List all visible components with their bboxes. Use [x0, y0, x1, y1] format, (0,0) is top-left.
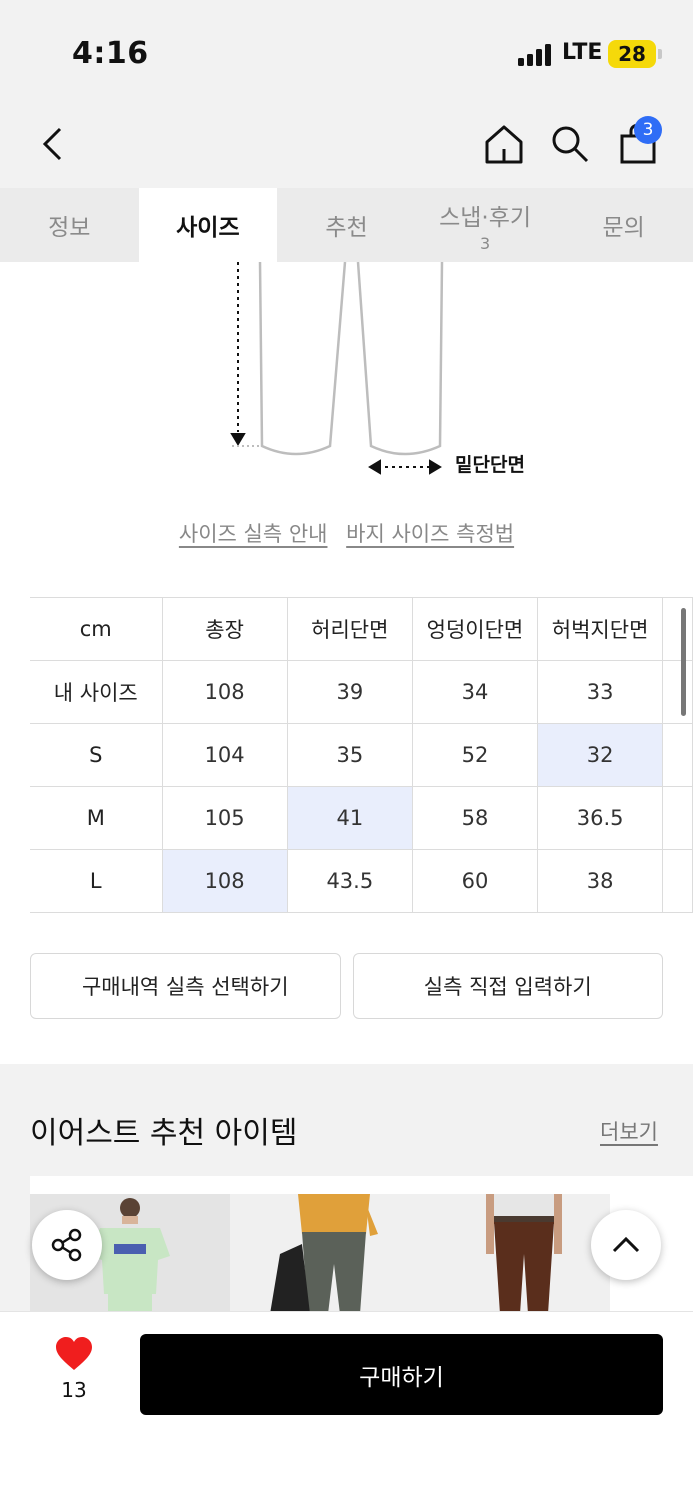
product-image: [486, 1194, 562, 1311]
home-button[interactable]: [478, 118, 530, 170]
table-row: 내 사이즈 108 39 34 33: [30, 660, 693, 724]
network-label: LTE: [562, 40, 603, 65]
table-cell: 39: [286, 660, 413, 724]
heart-icon: [56, 1337, 92, 1370]
table-cell: 33: [536, 660, 664, 724]
table-row: L 108 43.5 60 38: [30, 849, 693, 913]
measure-guide-link[interactable]: 바지 사이즈 측정법: [346, 522, 514, 546]
table-cell-overflow: [662, 723, 693, 787]
status-time: 4:16: [72, 36, 149, 71]
table-cell: 52: [411, 723, 538, 787]
table-cell-highlighted: 32: [536, 723, 664, 787]
manual-measure-input-button[interactable]: 실측 직접 입력하기: [352, 953, 663, 1019]
table-cell: 60: [411, 849, 538, 913]
product-thumbnail[interactable]: [230, 1194, 410, 1311]
measure-actions: 구매내역 실측 선택하기 실측 직접 입력하기: [30, 953, 663, 1019]
cart-count-badge: 3: [634, 116, 662, 144]
product-image: [270, 1194, 378, 1311]
share-button[interactable]: [32, 1210, 102, 1280]
table-cell: 38: [536, 849, 664, 913]
unit-header: cm: [30, 597, 163, 661]
table-cell: 43.5: [286, 849, 413, 913]
table-cell: 36.5: [536, 786, 664, 850]
row-label: L: [30, 849, 163, 913]
tab-inquiry[interactable]: 문의: [554, 188, 693, 262]
table-cell-overflow: [662, 849, 693, 913]
table-header-row: cm 총장 허리단면 엉덩이단면 허벅지단면: [30, 597, 693, 661]
row-label: S: [30, 723, 163, 787]
size-guide-link[interactable]: 사이즈 실측 안내: [179, 522, 328, 546]
tab-info[interactable]: 정보: [0, 188, 139, 262]
tab-label: 문의: [602, 215, 645, 241]
home-icon: [485, 125, 523, 164]
table-cell-overflow: [662, 660, 693, 724]
tab-label: 사이즈: [176, 215, 240, 241]
table-cell: 34: [411, 660, 538, 724]
like-button[interactable]: 13: [46, 1336, 102, 1402]
table-row: M 105 41 58 36.5: [30, 786, 693, 850]
size-guide-links: 사이즈 실측 안내 바지 사이즈 측정법: [0, 518, 693, 548]
scroll-top-button[interactable]: [591, 1210, 661, 1280]
table-cell-highlighted: 41: [286, 786, 413, 850]
search-button[interactable]: [544, 118, 596, 170]
table-cell-overflow: [662, 786, 693, 850]
hem-width-label: 밑단단면: [455, 454, 525, 476]
pants-measurement-diagram: [230, 262, 444, 475]
buy-button[interactable]: 구매하기: [140, 1334, 663, 1415]
product-thumbnail[interactable]: [410, 1194, 610, 1311]
more-link[interactable]: 더보기: [600, 1116, 658, 1146]
tab-recommend[interactable]: 추천: [277, 188, 416, 262]
status-bar: 4:16 LTE 28: [0, 0, 693, 100]
column-header-overflow: [662, 597, 693, 661]
tab-snap-review[interactable]: 스냅·후기 3: [416, 188, 555, 262]
product-tabs: 정보 사이즈 추천 스냅·후기 3 문의: [0, 188, 693, 262]
table-cell: 104: [161, 723, 288, 787]
like-count: 13: [61, 1378, 87, 1402]
tab-label: 스냅·후기: [439, 204, 532, 231]
chevron-up-icon: [612, 1236, 640, 1253]
share-icon: [51, 1228, 82, 1262]
column-header: 허벅지단면: [536, 597, 664, 661]
recommend-title: 이어스트 추천 아이템: [30, 1116, 298, 1151]
table-cell: 105: [161, 786, 288, 850]
battery-icon: 28: [608, 40, 662, 68]
table-cell: 58: [411, 786, 538, 850]
purchase-history-measure-button[interactable]: 구매내역 실측 선택하기: [30, 953, 341, 1019]
chevron-left-icon: [42, 127, 62, 161]
back-button[interactable]: [26, 118, 78, 170]
search-icon: [552, 126, 589, 163]
row-label: 내 사이즈: [30, 660, 163, 724]
row-label: M: [30, 786, 163, 850]
tab-size[interactable]: 사이즈: [138, 188, 278, 262]
column-header: 허리단면: [286, 597, 413, 661]
column-header: 총장: [161, 597, 288, 661]
signal-icon: [518, 44, 556, 66]
column-header: 엉덩이단면: [411, 597, 538, 661]
table-row: S 104 35 52 32: [30, 723, 693, 787]
table-cell-highlighted: 108: [161, 849, 288, 913]
table-scrollbar[interactable]: [681, 608, 686, 716]
tab-label: 정보: [48, 215, 91, 241]
top-nav: [0, 100, 693, 188]
tab-review-count: 3: [479, 233, 491, 253]
table-cell: 35: [286, 723, 413, 787]
size-table: cm 총장 허리단면 엉덩이단면 허벅지단면 내 사이즈 108 39 34 3…: [30, 597, 693, 913]
tab-label: 추천: [325, 215, 368, 241]
table-cell: 108: [161, 660, 288, 724]
